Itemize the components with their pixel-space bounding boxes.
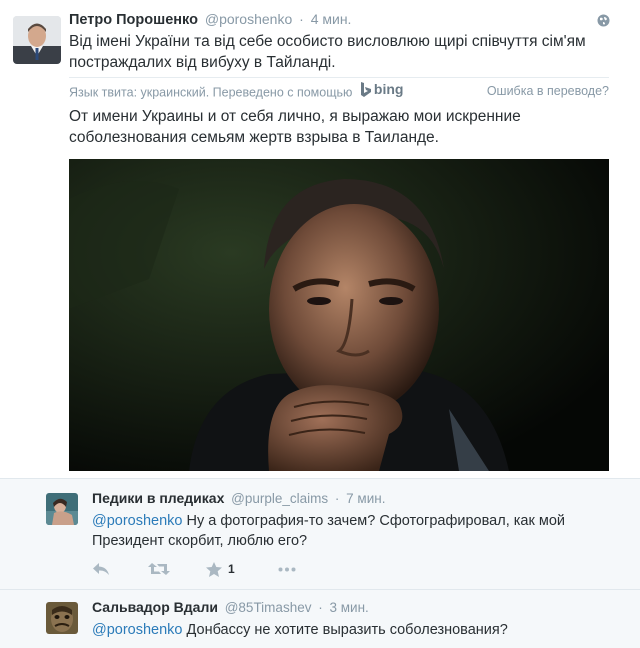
timestamp[interactable]: 7 мин. bbox=[346, 491, 385, 506]
avatar[interactable] bbox=[46, 493, 78, 525]
author-name[interactable]: Петро Порошенко bbox=[69, 12, 198, 28]
main-tweet: Петро Порошенко @poroshenko · 4 мин. Від… bbox=[0, 0, 640, 478]
translated-text: От имени Украины и от себя лично, я выра… bbox=[69, 108, 521, 146]
author-username[interactable]: @85Timashev bbox=[225, 600, 312, 615]
avatar[interactable] bbox=[13, 16, 61, 64]
tweet-photo[interactable] bbox=[69, 159, 609, 471]
bing-logo-icon bbox=[360, 81, 371, 97]
replies-section: Педики в пледиках @purple_claims · 7 мин… bbox=[0, 479, 640, 648]
separator-dot: · bbox=[299, 11, 304, 27]
reply-header: Педики в пледиках @purple_claims · 7 мин… bbox=[92, 490, 385, 506]
retweet-icon bbox=[148, 563, 170, 575]
favorite-count: 1 bbox=[228, 562, 235, 576]
timestamp[interactable]: 4 мин. bbox=[311, 11, 352, 27]
timestamp[interactable]: 3 мин. bbox=[330, 600, 369, 615]
reply-tweet: Педики в пледиках @purple_claims · 7 мин… bbox=[0, 479, 640, 590]
tweet-header: Петро Порошенко @poroshenko · 4 мин. bbox=[69, 11, 351, 28]
translation-note: Язык твита: украинский. Переведено с пом… bbox=[69, 81, 403, 100]
author-name[interactable]: Педики в пледиках bbox=[92, 490, 224, 506]
reply-header: Сальвадор Вдали @85Timashev · 3 мин. bbox=[92, 599, 369, 615]
separator-dot: · bbox=[318, 600, 323, 615]
mention-link[interactable]: @poroshenko bbox=[92, 513, 183, 529]
bing-label: bing bbox=[373, 81, 404, 98]
favorite-button[interactable]: 1 bbox=[206, 561, 278, 577]
tweet-text: Від імені України та від себе особисто в… bbox=[69, 33, 586, 71]
tweet-actions: 1 bbox=[92, 559, 296, 579]
retweet-button[interactable] bbox=[148, 562, 206, 576]
separator-dot: · bbox=[334, 491, 340, 506]
translation-error-link[interactable]: Ошибка в переводе? bbox=[487, 84, 609, 98]
star-icon bbox=[206, 561, 222, 577]
bing-logo: bing bbox=[360, 81, 404, 98]
reply-button[interactable] bbox=[92, 562, 148, 576]
more-icon bbox=[278, 567, 296, 571]
avatar[interactable] bbox=[46, 602, 78, 634]
author-username[interactable]: @purple_claims bbox=[231, 491, 328, 506]
more-button[interactable] bbox=[278, 567, 296, 572]
author-username[interactable]: @poroshenko bbox=[205, 11, 292, 27]
reply-tweet: Сальвадор Вдали @85Timashev · 3 мин. @po… bbox=[0, 590, 640, 648]
reply-body: Донбассу не хотите выразить соболезнован… bbox=[182, 622, 508, 638]
reply-text: @poroshenko Донбассу не хотите выразить … bbox=[92, 620, 622, 640]
author-name[interactable]: Сальвадор Вдали bbox=[92, 599, 218, 615]
mention-link[interactable]: @poroshenko bbox=[92, 622, 183, 638]
reply-icon bbox=[93, 563, 109, 575]
translation-bar: Язык твита: украинский. Переведено с пом… bbox=[69, 77, 609, 101]
reply-text: @poroshenko Ну а фотография-то зачем? Сф… bbox=[92, 511, 622, 551]
globe-icon[interactable] bbox=[597, 14, 610, 27]
language-note: Язык твита: украинский. Переведено с пом… bbox=[69, 85, 353, 100]
